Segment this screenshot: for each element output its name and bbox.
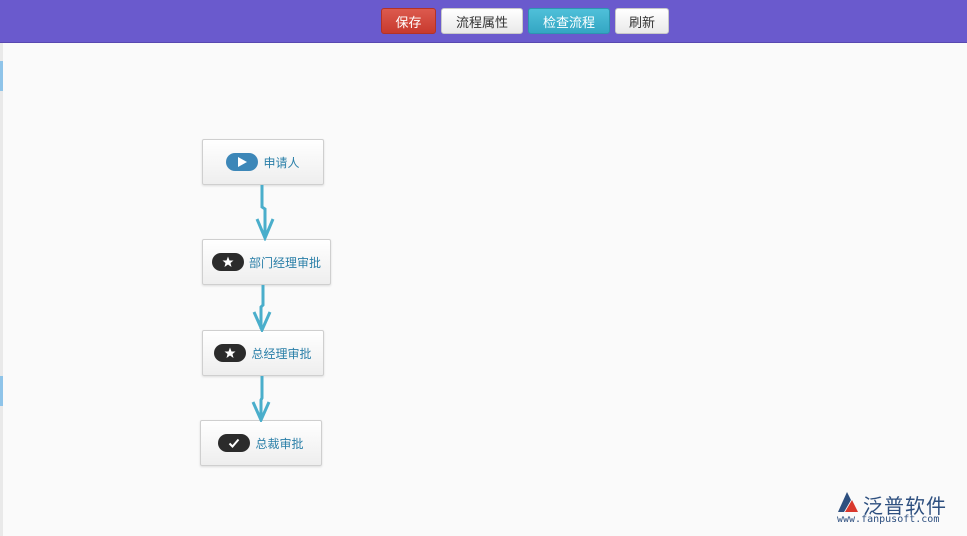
flow-arrow [251, 376, 271, 422]
toolbar: 保存 流程属性 检查流程 刷新 [0, 0, 967, 43]
check-flow-button[interactable]: 检查流程 [528, 8, 610, 34]
logo-url: www.fanpusoft.com [837, 514, 940, 525]
fanpu-logo-icon [838, 492, 858, 512]
edge-marker [0, 61, 3, 91]
save-button[interactable]: 保存 [381, 8, 436, 34]
star-icon [214, 344, 247, 362]
refresh-button[interactable]: 刷新 [615, 8, 669, 34]
toolbar-buttons: 保存 流程属性 检查流程 刷新 [381, 8, 669, 34]
check-icon [218, 434, 251, 452]
flow-arrow [255, 185, 275, 241]
edge-marker [0, 376, 3, 406]
flow-arrow [252, 285, 272, 332]
brand-logo: 泛普软件 www.fanpusoft.com [833, 488, 963, 528]
flow-node-applicant[interactable]: 申请人 [202, 139, 324, 185]
left-edge [0, 43, 3, 536]
flow-properties-button[interactable]: 流程属性 [441, 8, 523, 34]
node-label: 总经理审批 [251, 346, 312, 361]
node-label: 部门经理审批 [248, 255, 321, 270]
star-icon [211, 253, 244, 271]
flow-node-general-manager[interactable]: 总经理审批 [202, 330, 324, 376]
node-label: 申请人 [263, 155, 300, 170]
flow-node-president[interactable]: 总裁审批 [200, 420, 322, 466]
node-label: 总裁审批 [255, 436, 304, 451]
play-icon [226, 153, 259, 171]
flow-node-dept-manager[interactable]: 部门经理审批 [202, 239, 331, 285]
